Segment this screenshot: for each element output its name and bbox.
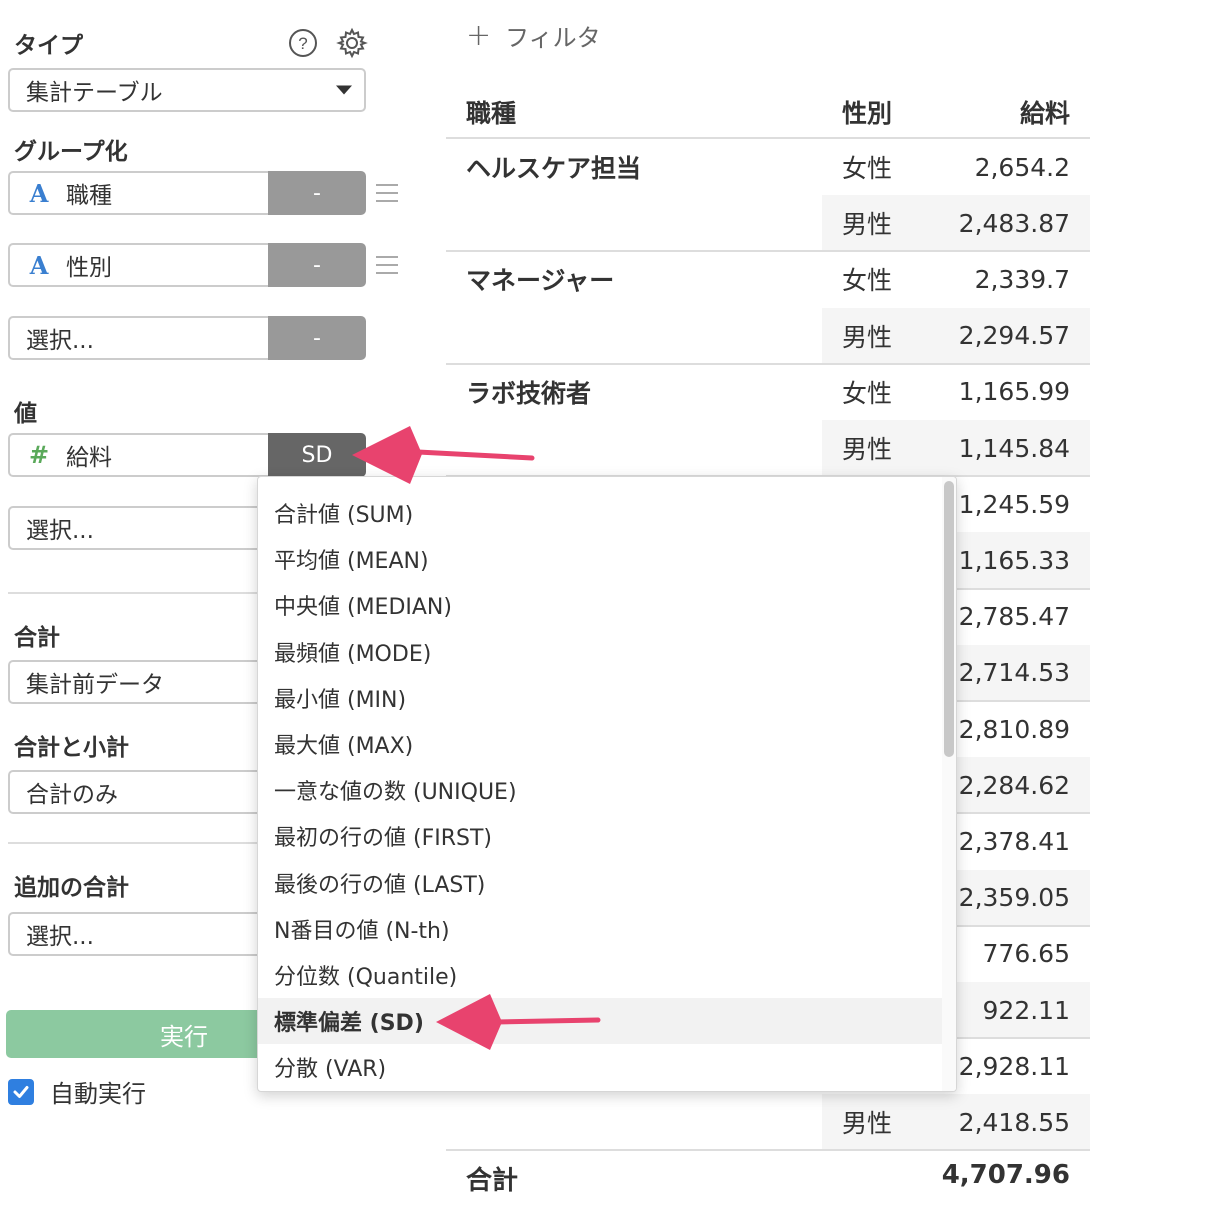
table-cell-job: マネージャー (466, 266, 615, 296)
table-cell-salary: 2,294.57 (958, 321, 1070, 351)
table-cell-sex: 女性 (842, 154, 893, 183)
aggregation-option[interactable]: N番目の値 (N-th) (258, 906, 944, 952)
group-field-row: A 性別 - (8, 243, 366, 287)
table-cell-job: ラボ技術者 (466, 378, 592, 408)
extra-total-placeholder: 選択... (26, 924, 94, 950)
filter-label: フィルタ (505, 24, 601, 52)
aggregation-dropdown[interactable]: 合計値 (SUM) 平均値 (MEAN) 中央値 (MEDIAN) 最頻値 (MODE… (257, 476, 957, 1092)
group-field-name: 職種 (66, 183, 112, 209)
text-type-icon: A (29, 250, 49, 280)
table-cell-sex: 男性 (842, 1109, 893, 1139)
aggregation-option[interactable]: 最小値 (MIN) (258, 675, 944, 721)
value-field-select[interactable]: # 給料 (8, 433, 270, 477)
aggregation-option[interactable]: 最初の行の値 (FIRST) (258, 813, 944, 859)
value-add-select[interactable]: 選択... (8, 506, 270, 550)
table-cell-salary: 2,339.7 (974, 264, 1070, 294)
total-row-label: 合計 (466, 1166, 519, 1196)
group-section-label: グループ化 (14, 139, 128, 165)
extra-total-section-label: 追加の合計 (14, 875, 129, 901)
subtotal-section-label: 合計と小計 (14, 735, 129, 761)
aggregation-option[interactable]: 最頻値 (MODE) (258, 629, 944, 675)
text-type-icon: A (29, 178, 49, 208)
value-field-name: 給料 (66, 445, 112, 471)
group-field-name: 性別 (66, 255, 112, 281)
extra-total-select[interactable]: 選択... (8, 912, 270, 956)
table-cell-sex: 男性 (842, 322, 893, 352)
total-select[interactable]: 集計前データ (8, 660, 270, 704)
type-select[interactable]: 集計テーブル (8, 68, 366, 112)
table-cell-sex: 女性 (842, 378, 893, 408)
aggregation-option[interactable]: 合計値 (SUM) (258, 490, 944, 536)
table-cell-salary: 2,483.87 (958, 208, 1070, 238)
group-field-select[interactable]: A 職種 (8, 171, 270, 215)
table-cell-salary: 1,165.99 (958, 377, 1070, 407)
table-cell-salary: 2,418.55 (958, 1107, 1070, 1137)
group-field-select[interactable]: 選択... (8, 316, 270, 360)
group-field-row: A 職種 - (8, 171, 366, 215)
dropdown-scrollbar-thumb[interactable] (944, 481, 954, 757)
value-field-row: # 給料 SD (8, 433, 366, 477)
group-field-select[interactable]: A 性別 (8, 243, 270, 287)
annotation-arrow-icon (352, 426, 535, 484)
aggregation-option[interactable]: 最大値 (MAX) (258, 721, 944, 767)
plus-icon: + (466, 18, 492, 53)
group-field-row: 選択... - (8, 316, 366, 360)
gear-icon[interactable] (336, 27, 368, 59)
drag-handle-icon[interactable] (376, 256, 398, 274)
aggregation-option[interactable]: 一意な値の数 (UNIQUE) (258, 767, 944, 813)
group-field-option-button[interactable]: - (268, 171, 366, 215)
table-cell-sex: 男性 (842, 435, 893, 464)
add-filter-button[interactable]: + フィルタ (466, 18, 601, 53)
value-section-label: 値 (14, 401, 37, 427)
aggregation-option[interactable]: 最後の行の値 (LAST) (258, 860, 944, 906)
group-field-option-button[interactable]: - (268, 243, 366, 287)
drag-handle-icon[interactable] (376, 184, 398, 202)
column-header-sex[interactable]: 性別 (842, 94, 892, 130)
table-cell-salary: 2,654.2 (974, 152, 1070, 182)
table-total-divider (446, 1149, 1090, 1151)
help-icon[interactable]: ? (288, 28, 318, 58)
svg-text:?: ? (298, 34, 307, 53)
number-type-icon: # (28, 441, 50, 469)
table-cell-job: ヘルスケア担当 (466, 154, 642, 183)
group-field-option-button[interactable]: - (268, 316, 366, 360)
auto-run-row: 自動実行 (8, 1074, 146, 1109)
subtotal-select-value: 合計のみ (26, 782, 118, 808)
chevron-down-icon (336, 85, 352, 95)
dropdown-scrollbar[interactable] (942, 477, 956, 1091)
group-field-placeholder: 選択... (26, 328, 94, 354)
annotation-arrow-icon (436, 994, 601, 1050)
type-select-value: 集計テーブル (26, 80, 163, 106)
column-header-job[interactable]: 職種 (466, 94, 516, 130)
total-row-value: 4,707.96 (941, 1160, 1070, 1190)
subtotal-select[interactable]: 合計のみ (8, 770, 270, 814)
table-cell-sex: 女性 (842, 266, 893, 296)
value-add-placeholder: 選択... (26, 518, 94, 544)
total-select-value: 集計前データ (26, 672, 164, 698)
table-cell-sex: 男性 (842, 210, 893, 240)
table-cell-salary: 1,145.84 (958, 433, 1070, 463)
aggregation-option[interactable]: 平均値 (MEAN) (258, 536, 944, 582)
auto-run-checkbox[interactable] (8, 1078, 34, 1105)
total-section-label: 合計 (14, 625, 60, 651)
aggregation-option[interactable]: 中央値 (MEDIAN) (258, 582, 944, 628)
type-section-label: タイプ (14, 33, 83, 59)
column-header-salary[interactable]: 給料 (930, 94, 1070, 130)
auto-run-label: 自動実行 (50, 1080, 146, 1108)
